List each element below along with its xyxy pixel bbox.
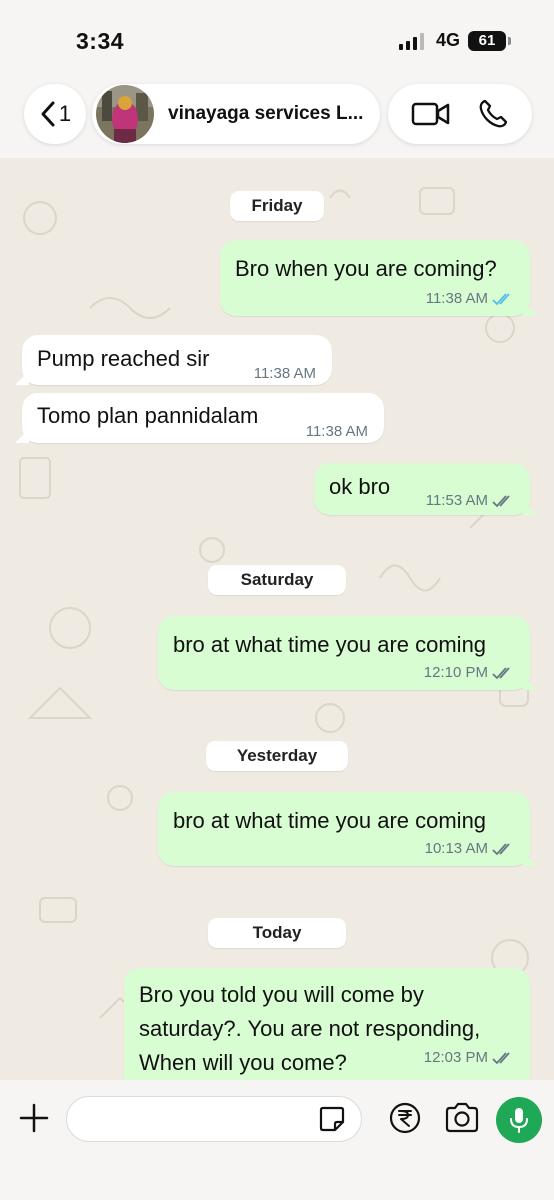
read-receipt-icon bbox=[492, 292, 510, 305]
signal-strength-icon bbox=[398, 32, 424, 50]
outgoing-message[interactable]: Bro you told you will come by saturday?.… bbox=[124, 968, 530, 1080]
date-separator: Friday bbox=[230, 191, 324, 221]
network-type: 4G bbox=[435, 30, 460, 50]
battery-icon: 61 bbox=[468, 30, 511, 51]
incoming-message[interactable]: Tomo plan pannidalam 11:38 AM bbox=[22, 393, 384, 443]
unread-count: 1 bbox=[58, 101, 72, 126]
status-bar: 3:34 4G 61 bbox=[0, 0, 554, 80]
message-text: Pump reached sir bbox=[37, 346, 210, 371]
plus-icon[interactable] bbox=[18, 1102, 50, 1134]
message-text: ok bro bbox=[329, 474, 391, 499]
message-time: 11:38 AM bbox=[425, 290, 488, 307]
status-indicators: 4G 61 bbox=[398, 30, 511, 51]
avatar bbox=[96, 85, 154, 143]
message-text: bro at what time you are coming bbox=[173, 808, 487, 833]
delivered-receipt-icon bbox=[492, 1051, 510, 1064]
camera-icon[interactable] bbox=[444, 1102, 480, 1134]
rupee-icon[interactable] bbox=[388, 1101, 422, 1135]
chat-messages-area[interactable]: Friday Bro when you are coming? 11:38 AM… bbox=[0, 158, 554, 1080]
voice-call-icon[interactable] bbox=[477, 98, 509, 130]
message-meta: 12:03 PM bbox=[424, 1049, 514, 1066]
date-separator: Today bbox=[208, 918, 346, 948]
delivered-receipt-icon bbox=[492, 494, 510, 507]
message-composer bbox=[0, 1080, 554, 1200]
outgoing-message[interactable]: bro at what time you are coming 10:13 AM bbox=[158, 792, 530, 866]
message-text: bro at what time you are coming bbox=[173, 632, 487, 657]
incoming-message[interactable]: Pump reached sir 11:38 AM bbox=[22, 335, 332, 385]
mic-button[interactable] bbox=[496, 1097, 542, 1143]
message-line: Bro you told you will come by bbox=[139, 982, 424, 1007]
message-meta: 10:13 AM bbox=[425, 840, 514, 857]
mic-icon bbox=[510, 1108, 528, 1133]
message-time: 11:38 AM bbox=[253, 365, 316, 382]
message-text: Bro when you are coming? bbox=[235, 256, 497, 281]
chat-header: 1 vinayaga services L... bbox=[0, 80, 554, 158]
video-call-icon[interactable] bbox=[411, 100, 451, 128]
message-time: 11:53 AM bbox=[425, 492, 488, 509]
message-meta: 11:38 AM bbox=[306, 423, 368, 440]
message-meta: 12:10 PM bbox=[424, 664, 514, 681]
contact-name: vinayaga services L... bbox=[168, 103, 364, 124]
date-separator: Yesterday bbox=[206, 741, 348, 771]
message-meta: 11:38 AM bbox=[254, 365, 316, 382]
outgoing-message[interactable]: ok bro 11:53 AM bbox=[314, 463, 530, 515]
outgoing-message[interactable]: Bro when you are coming? 11:38 AM bbox=[220, 240, 530, 316]
battery-level: 61 bbox=[478, 32, 496, 49]
delivered-receipt-icon bbox=[492, 842, 510, 855]
outgoing-message[interactable]: bro at what time you are coming 12:10 PM bbox=[158, 616, 530, 690]
message-time: 12:10 PM bbox=[423, 664, 488, 681]
message-time: 10:13 AM bbox=[424, 840, 488, 857]
delivered-receipt-icon bbox=[492, 666, 510, 679]
date-separator: Saturday bbox=[208, 565, 346, 595]
message-line: saturday?. You are not responding, bbox=[139, 1016, 481, 1041]
message-meta: 11:53 AM bbox=[426, 492, 514, 509]
status-time: 3:34 bbox=[76, 28, 125, 54]
message-time: 11:38 AM bbox=[305, 423, 368, 440]
sticker-icon[interactable] bbox=[318, 1105, 346, 1133]
message-meta: 11:38 AM bbox=[426, 290, 514, 307]
contact-info-button[interactable]: vinayaga services L... bbox=[92, 84, 380, 144]
back-chevron-icon bbox=[41, 101, 55, 127]
back-button[interactable]: 1 bbox=[24, 84, 86, 144]
message-text: Tomo plan pannidalam bbox=[37, 403, 259, 428]
call-actions bbox=[388, 84, 532, 144]
message-time: 12:03 PM bbox=[423, 1049, 488, 1066]
